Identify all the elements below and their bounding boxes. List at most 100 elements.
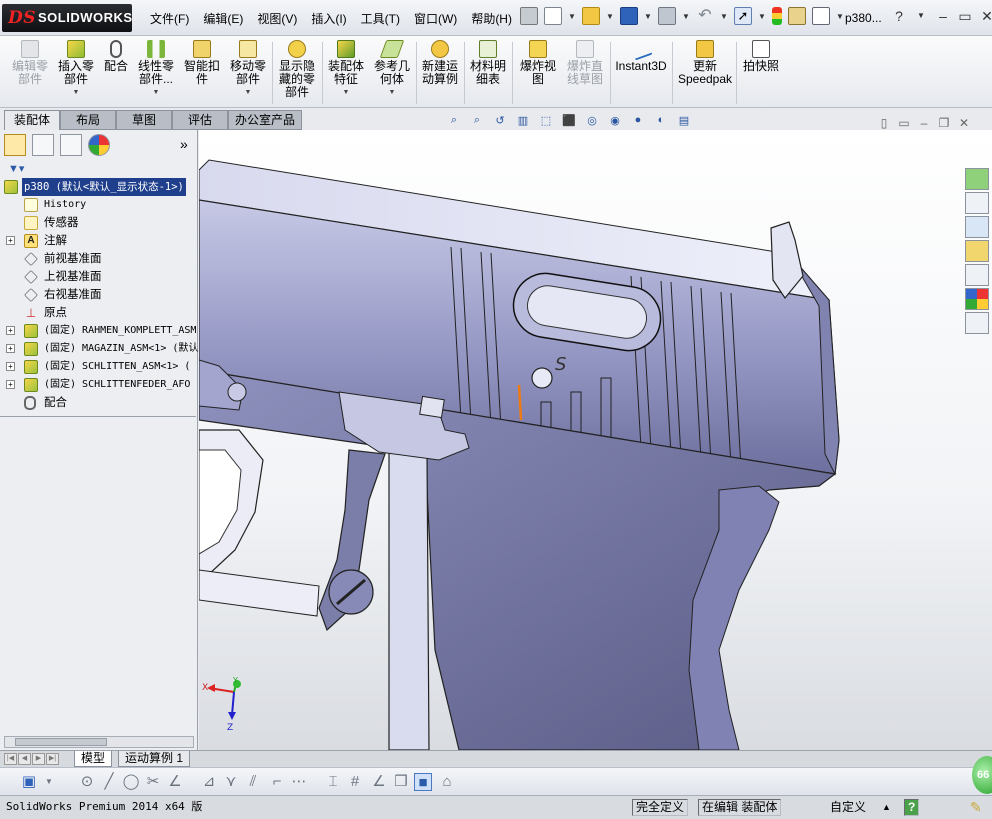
maximize-icon[interactable]: ▭ bbox=[954, 8, 976, 25]
menu-insert[interactable]: 插入(I) bbox=[311, 10, 346, 27]
move-component-dropdown-icon[interactable]: ▼ bbox=[228, 86, 268, 99]
design-library-icon[interactable] bbox=[965, 216, 989, 238]
tab-evaluate[interactable]: 评估 bbox=[172, 110, 228, 130]
view-palette-icon[interactable] bbox=[965, 264, 989, 286]
configuration-manager-tab-icon[interactable] bbox=[60, 134, 82, 156]
construction-icon[interactable]: ⋯ bbox=[290, 773, 308, 791]
trim-icon[interactable]: ✂ bbox=[144, 773, 162, 791]
menu-help[interactable]: 帮助(H) bbox=[471, 10, 512, 27]
help-dropdown-icon[interactable]: ▼ bbox=[910, 8, 932, 25]
tree-item-schlitten[interactable]: + (固定) SCHLITTEN_ASM<1> ( bbox=[0, 358, 198, 376]
graphics-area[interactable]: S X Y Z bbox=[199, 130, 992, 750]
resources-icon[interactable] bbox=[965, 168, 989, 190]
options-dropdown-icon[interactable]: ▼ bbox=[836, 12, 844, 21]
split-vertical-icon[interactable]: ▯ bbox=[874, 116, 894, 130]
explode-line-sketch-button[interactable]: 爆炸直 线草图 bbox=[564, 40, 606, 86]
prev-tab-icon[interactable]: ◀ bbox=[18, 753, 31, 765]
bill-of-materials-button[interactable]: 材料明 细表 bbox=[468, 40, 508, 86]
panel-horizontal-scrollbar[interactable] bbox=[4, 736, 194, 748]
smart-dimension-icon[interactable]: ⌶ bbox=[324, 773, 342, 791]
line-icon[interactable]: ╱ bbox=[100, 773, 118, 791]
tab-office-products[interactable]: 办公室产品 bbox=[228, 110, 302, 130]
take-snapshot-button[interactable]: 拍快照 bbox=[740, 40, 782, 73]
point-icon[interactable]: ⊙ bbox=[78, 773, 96, 791]
expand-icon[interactable]: + bbox=[6, 326, 15, 335]
custom-properties-icon[interactable] bbox=[965, 312, 989, 334]
shaded-cube-icon[interactable]: ■ bbox=[414, 773, 432, 791]
previous-view-icon[interactable]: ↺ bbox=[491, 114, 509, 130]
menu-edit[interactable]: 编辑(E) bbox=[203, 10, 243, 27]
pin-icon[interactable] bbox=[520, 7, 538, 25]
new-dropdown-icon[interactable]: ▼ bbox=[568, 12, 576, 21]
reference-geometry-dropdown-icon[interactable]: ▼ bbox=[372, 86, 412, 99]
menu-view[interactable]: 视图(V) bbox=[257, 10, 297, 27]
feature-manager-tab-icon[interactable] bbox=[4, 134, 26, 156]
units-status[interactable]: 自定义 bbox=[830, 796, 866, 818]
tree-item-mates[interactable]: 配合 bbox=[0, 394, 198, 412]
tree-item-history[interactable]: History bbox=[0, 196, 198, 214]
tag-icon[interactable]: ✎ bbox=[970, 796, 982, 818]
home-icon[interactable] bbox=[965, 192, 989, 214]
corner-icon[interactable]: ⌐ bbox=[268, 773, 286, 791]
tree-item-rahmen[interactable]: + (固定) RAHMEN_KOMPLETT_ASM bbox=[0, 322, 198, 340]
offset-icon[interactable]: ⋎ bbox=[222, 773, 240, 791]
circle-icon[interactable]: ◯ bbox=[122, 773, 140, 791]
section-view-icon[interactable]: ▥ bbox=[514, 114, 532, 130]
filter-icon[interactable]: ▼▾ bbox=[8, 162, 24, 175]
options-icon[interactable] bbox=[812, 7, 830, 25]
tree-item-sensors[interactable]: 传感器 bbox=[0, 214, 198, 232]
undo-dropdown-icon[interactable]: ▼ bbox=[720, 12, 728, 21]
expand-icon[interactable]: + bbox=[6, 380, 15, 389]
angle-icon[interactable]: ∠ bbox=[166, 773, 184, 791]
solidworks-logo[interactable]: DS SOLIDWORKS bbox=[2, 4, 132, 32]
save-dropdown-icon[interactable]: ▼ bbox=[644, 12, 652, 21]
camera-icon[interactable]: ⌂ bbox=[438, 773, 456, 791]
grid-icon[interactable]: # bbox=[346, 773, 364, 791]
linear-pattern-button[interactable]: 线性零 部件... ▼ bbox=[136, 40, 176, 99]
appearances-icon[interactable] bbox=[965, 288, 989, 310]
tab-sketch[interactable]: 草图 bbox=[116, 110, 172, 130]
update-speedpak-button[interactable]: 更新 Speedpak bbox=[676, 40, 734, 86]
linear-pattern-dropdown-icon[interactable]: ▼ bbox=[136, 86, 176, 99]
expand-panel-icon[interactable]: » bbox=[180, 136, 188, 152]
select-dropdown-icon[interactable]: ▼ bbox=[758, 12, 766, 21]
expand-icon[interactable]: + bbox=[6, 362, 15, 371]
new-document-icon[interactable] bbox=[544, 7, 562, 25]
minimize-icon[interactable]: – bbox=[932, 8, 954, 25]
cube-icon[interactable]: ❒ bbox=[392, 773, 410, 791]
save-dropdown-icon[interactable]: ▼ bbox=[40, 773, 58, 791]
file-explorer-icon[interactable] bbox=[965, 240, 989, 262]
save-icon[interactable]: ▣ bbox=[20, 773, 38, 791]
reference-geometry-button[interactable]: 参考几 何体 ▼ bbox=[372, 40, 412, 99]
last-tab-icon[interactable]: ▶| bbox=[46, 753, 59, 765]
close-icon[interactable]: ✕ bbox=[976, 8, 992, 25]
show-hidden-components-button[interactable]: 显示隐 藏的零 部件 bbox=[276, 40, 318, 99]
tab-motion-study-1[interactable]: 运动算例 1 bbox=[118, 751, 191, 767]
assembly-features-dropdown-icon[interactable]: ▼ bbox=[326, 86, 366, 99]
tree-item-origin[interactable]: ⊥ 原点 bbox=[0, 304, 198, 322]
edit-component-button[interactable]: 编辑零 部件 bbox=[8, 40, 52, 86]
tree-item-right-plane[interactable]: 右视基准面 bbox=[0, 286, 198, 304]
menu-file[interactable]: 文件(F) bbox=[150, 10, 189, 27]
hide-show-items-icon[interactable]: ◉ bbox=[606, 114, 624, 130]
new-motion-study-button[interactable]: 新建运 动算例 bbox=[420, 40, 460, 86]
viewport-restore-icon[interactable]: ❐ bbox=[934, 116, 954, 130]
insert-component-button[interactable]: 插入零 部件 ▼ bbox=[56, 40, 96, 99]
tab-assembly[interactable]: 装配体 bbox=[4, 110, 60, 130]
assembly-features-button[interactable]: 装配体 特征 ▼ bbox=[326, 40, 366, 99]
zoom-to-area-icon[interactable]: ⌕ bbox=[468, 114, 486, 130]
smart-fasteners-button[interactable]: 智能扣 件 bbox=[182, 40, 222, 86]
expand-icon[interactable]: + bbox=[6, 236, 15, 245]
display-style-icon[interactable]: ◎ bbox=[583, 114, 601, 130]
apply-scene-icon[interactable]: ◐ bbox=[652, 114, 670, 130]
tab-layout[interactable]: 布局 bbox=[60, 110, 116, 130]
open-dropdown-icon[interactable]: ▼ bbox=[606, 12, 614, 21]
menu-tools[interactable]: 工具(T) bbox=[361, 10, 400, 27]
dynamic-annotation-view-icon[interactable]: ⬚ bbox=[537, 114, 555, 130]
open-folder-icon[interactable] bbox=[582, 7, 600, 25]
tab-model[interactable]: 模型 bbox=[74, 751, 113, 767]
expand-icon[interactable]: + bbox=[6, 344, 15, 353]
viewport-close-icon[interactable]: ✕ bbox=[954, 116, 974, 130]
next-tab-icon[interactable]: ▶ bbox=[32, 753, 45, 765]
scrollbar-thumb[interactable] bbox=[15, 738, 107, 746]
